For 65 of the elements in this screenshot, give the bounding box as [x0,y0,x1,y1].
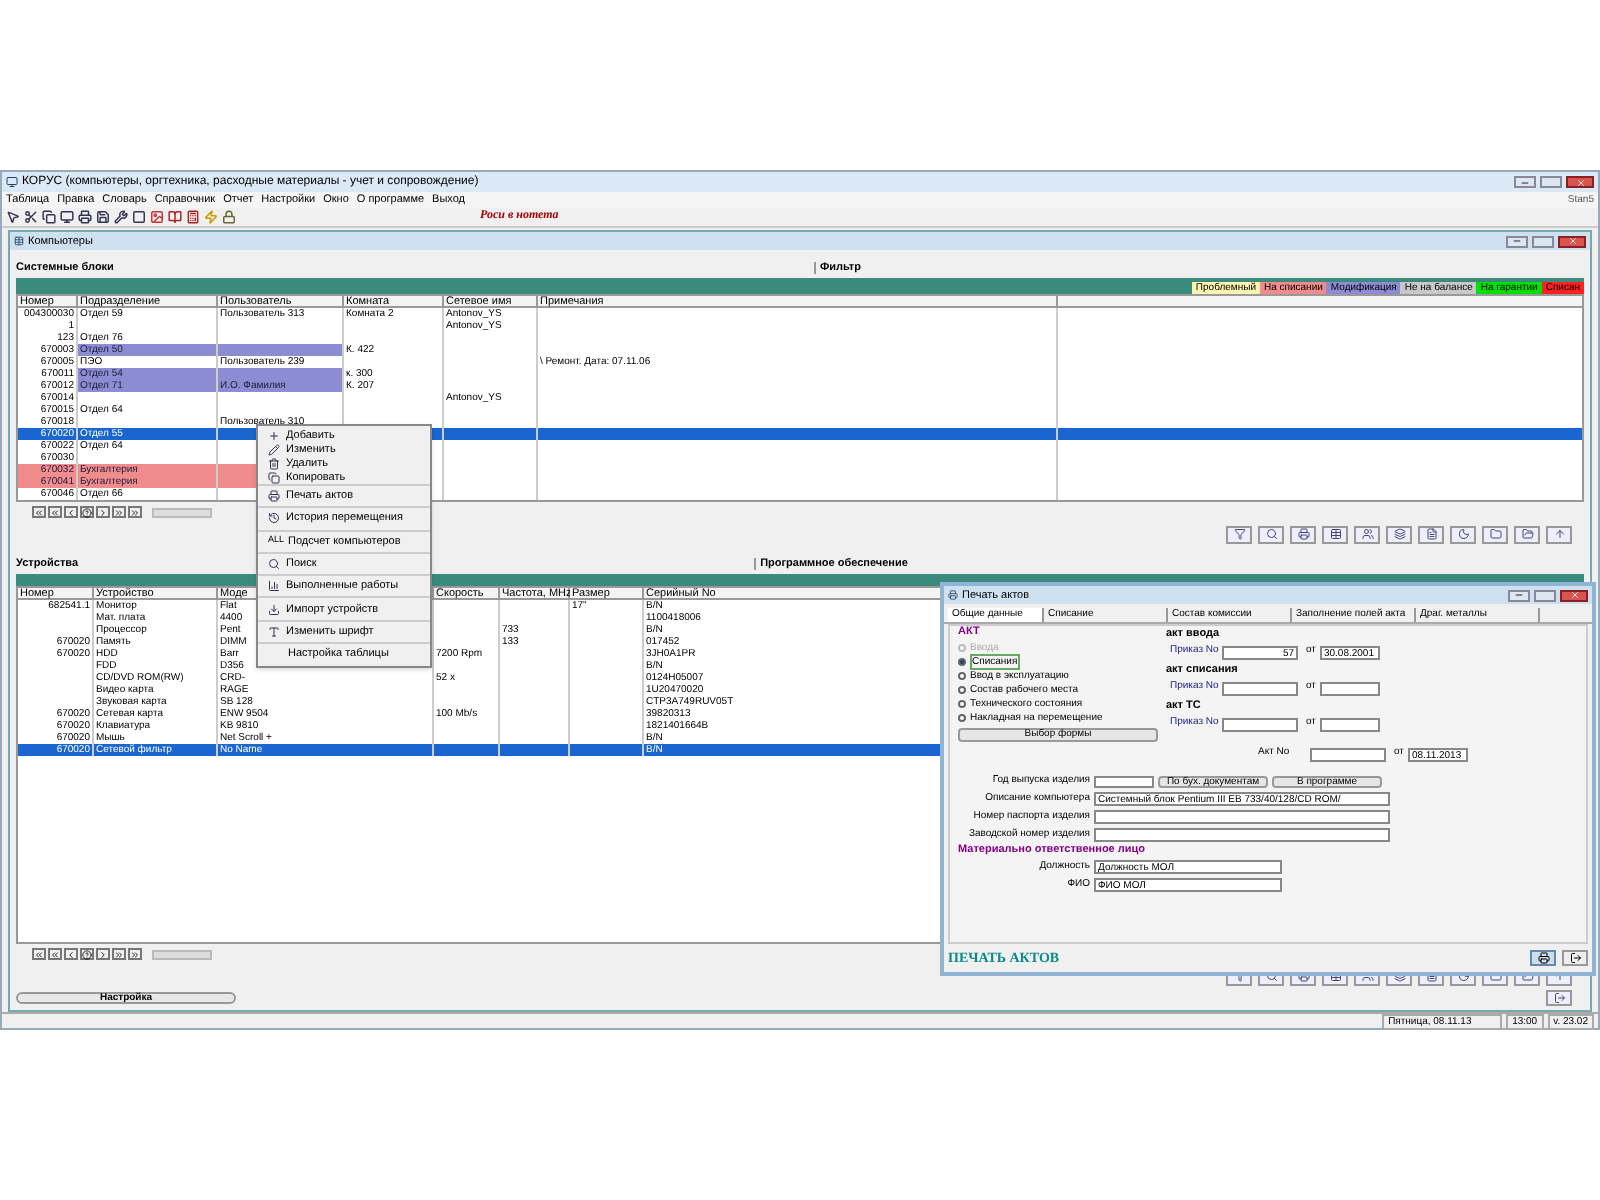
close-button[interactable] [1560,589,1588,601]
minimize-button[interactable] [1514,176,1536,188]
import-icon [268,603,280,616]
nav-button[interactable] [112,506,126,518]
font-icon [268,625,280,638]
exit-icon [1569,952,1581,964]
calculator-icon[interactable] [186,210,200,224]
nav-button[interactable] [112,948,126,960]
nav-button[interactable] [96,948,110,960]
lock-icon[interactable] [222,210,236,224]
nav-button[interactable] [96,506,110,518]
nav-button[interactable] [32,506,46,518]
square-icon[interactable] [132,210,146,224]
maximize-button[interactable] [1540,176,1562,188]
print-button[interactable] [1530,950,1556,966]
nav-button[interactable] [48,948,62,960]
nav-button[interactable] [32,948,46,960]
minimize-button[interactable] [1508,589,1530,601]
plus-icon [268,429,280,441]
radio-button[interactable] [958,671,966,679]
maximize-button[interactable] [1534,589,1556,601]
scrollbar[interactable] [152,507,212,517]
radio-button[interactable] [958,699,966,707]
maximize-button[interactable] [1532,235,1554,247]
close-button[interactable] [1566,176,1594,188]
nav-button[interactable] [128,506,142,518]
save-icon[interactable] [96,210,110,224]
exit-button[interactable] [1562,950,1588,966]
close-button[interactable] [1558,235,1586,247]
chart-icon [268,580,280,593]
wrench-icon[interactable] [114,210,128,224]
input-field[interactable] [1222,681,1298,695]
history-icon [268,512,280,525]
minimize-icon [1520,177,1530,187]
scissors-icon[interactable] [24,210,38,224]
scrollbar[interactable] [152,949,212,959]
copy-icon[interactable] [42,210,56,224]
nav-button[interactable] [64,506,78,518]
year-field[interactable] [1094,775,1154,787]
minimize-icon [1514,590,1524,600]
pointer-icon[interactable] [6,210,20,224]
pencil-icon [268,443,280,455]
minimize-icon [1512,236,1522,246]
exit-icon[interactable] [1553,992,1565,1004]
input-field[interactable] [1094,810,1390,824]
nav-button[interactable] [48,506,62,518]
input-field[interactable] [1094,828,1390,842]
input-field[interactable] [1310,747,1386,761]
monitor-icon[interactable] [60,210,74,224]
nav-button[interactable] [128,948,142,960]
radio-button[interactable] [958,685,966,693]
date-field[interactable] [1319,717,1380,731]
date-field[interactable] [1319,681,1380,695]
app-icon [6,176,18,188]
trash-icon [268,457,280,469]
nav-button[interactable] [80,948,94,960]
input-field[interactable] [1222,717,1298,731]
radio-button[interactable] [958,713,966,721]
book-icon[interactable] [168,210,182,224]
image-icon[interactable] [150,210,164,224]
nav-button[interactable] [64,948,78,960]
minimize-button[interactable] [1506,235,1528,247]
copy-icon [268,471,280,483]
nav-button[interactable] [80,506,94,518]
radio-button[interactable] [958,657,966,665]
